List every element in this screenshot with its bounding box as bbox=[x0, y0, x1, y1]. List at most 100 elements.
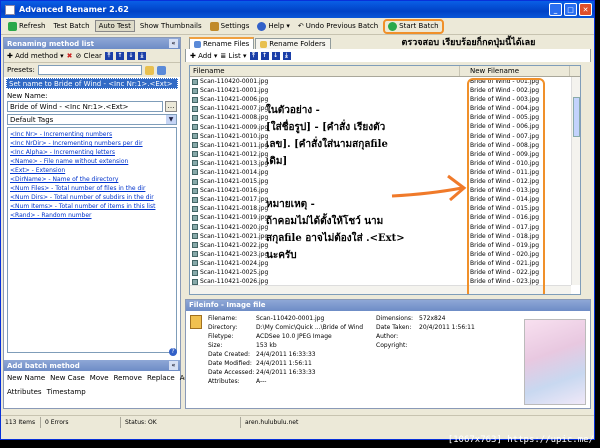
undo-batch-button[interactable]: ↶ Undo Previous Batch bbox=[295, 21, 381, 31]
new-name-label: New Name: bbox=[7, 92, 48, 100]
move-top-icon[interactable]: ⤒ bbox=[104, 51, 113, 60]
fileinfo-label: Date Created: bbox=[208, 351, 251, 358]
col-newname-header[interactable]: New Filename bbox=[460, 66, 570, 76]
annotation-line: ถ้าคอมไม่ได้ตั้งให้โชว์ นาม bbox=[266, 216, 384, 227]
files-icon bbox=[194, 40, 201, 48]
image-file-icon bbox=[192, 87, 198, 94]
image-file-icon bbox=[192, 205, 198, 212]
website-link[interactable]: aren.hulubulu.net bbox=[241, 417, 302, 428]
vertical-scrollbar[interactable] bbox=[571, 77, 580, 285]
move-down-icon[interactable]: ↓ bbox=[126, 51, 135, 60]
move-top-icon[interactable]: ⤒ bbox=[249, 51, 258, 60]
jpg-file-icon bbox=[190, 315, 202, 329]
move-down-icon[interactable]: ↓ bbox=[271, 51, 280, 60]
annotation-line: ในตัวอย่าง - bbox=[266, 105, 320, 116]
fileinfo-value: Scan-110420-0001.jpg bbox=[256, 315, 325, 322]
add-files-button[interactable]: ✚ Add ▾ bbox=[190, 52, 217, 60]
refresh-button[interactable]: Refresh bbox=[5, 21, 48, 32]
tag-link[interactable]: <Inc NrDir> - Incrementing numbers per d… bbox=[10, 139, 174, 148]
test-batch-button[interactable]: Test Batch bbox=[50, 21, 92, 31]
move-up-icon[interactable]: ↑ bbox=[115, 51, 124, 60]
col-filename-header[interactable]: Filename bbox=[190, 66, 460, 76]
image-file-icon bbox=[192, 224, 198, 231]
batch-method-button[interactable]: New Name bbox=[7, 374, 45, 382]
image-file-icon bbox=[192, 105, 198, 112]
image-file-icon bbox=[192, 96, 198, 103]
save-icon[interactable] bbox=[156, 65, 166, 75]
image-file-icon bbox=[192, 124, 198, 131]
title-bar: Advanced Renamer 2.62 _ □ ✕ bbox=[1, 1, 594, 18]
tab-rename-files[interactable]: Rename Files bbox=[189, 37, 255, 49]
play-icon bbox=[388, 21, 398, 31]
item-count: 113 Items bbox=[1, 416, 41, 428]
tag-link[interactable]: <Inc Nr> - Incrementing numbers bbox=[10, 130, 174, 139]
help-icon[interactable]: ? bbox=[169, 348, 177, 356]
minimize-button[interactable]: _ bbox=[549, 3, 562, 16]
selected-method-item[interactable]: Set name to Bride of Wind - <Inc Nr:1>.<… bbox=[6, 78, 178, 89]
table-header: Filename New Filename bbox=[190, 66, 580, 77]
help-button[interactable]: Help ▾ bbox=[254, 21, 292, 32]
tag-link[interactable]: <Ext> - Extension bbox=[10, 166, 174, 175]
tag-link[interactable]: <Num Items> - Total number of items in t… bbox=[10, 202, 174, 211]
image-file-icon bbox=[192, 251, 198, 258]
batch-method-button[interactable]: Attributes bbox=[7, 388, 42, 396]
image-file-icon bbox=[192, 242, 198, 249]
maximize-button[interactable]: □ bbox=[564, 3, 577, 16]
start-batch-button[interactable]: Start Batch bbox=[383, 18, 444, 34]
image-file-icon bbox=[192, 214, 198, 221]
image-file-icon bbox=[192, 278, 198, 285]
image-file-icon bbox=[192, 187, 198, 194]
arrow-icon bbox=[391, 174, 467, 202]
move-bottom-icon[interactable]: ⤓ bbox=[282, 51, 291, 60]
batch-method-button[interactable]: Remove bbox=[114, 374, 142, 382]
fileinfo-value: ACDSee 10.0 JPEG Image bbox=[256, 333, 332, 340]
show-thumbnails-button[interactable]: Show Thumbnails bbox=[137, 21, 205, 31]
file-table: Filename New Filename Scan-110420-0001.j… bbox=[189, 65, 581, 295]
tag-link[interactable]: <Rand> - Random number bbox=[10, 211, 174, 220]
collapse-icon[interactable]: « bbox=[169, 361, 178, 370]
list-button[interactable]: ≣ List ▾ bbox=[220, 52, 246, 60]
batch-method-button[interactable]: New Case bbox=[50, 374, 85, 382]
auto-test-toggle[interactable]: Auto Test bbox=[94, 20, 135, 32]
tag-group-select[interactable]: Default Tags ▼ bbox=[7, 114, 177, 125]
fileinfo-label: Date Taken: bbox=[376, 324, 412, 331]
more-options-button[interactable]: … bbox=[165, 101, 177, 112]
new-name-field[interactable]: Bride of Wind - <Inc Nr:1>.<Ext> bbox=[7, 101, 163, 112]
image-file-icon bbox=[192, 78, 198, 85]
batch-method-button[interactable]: Move bbox=[90, 374, 109, 382]
fileinfo-label: Filename: bbox=[208, 315, 238, 322]
add-method-button[interactable]: ✚ Add method ▾ bbox=[7, 52, 64, 60]
delete-icon[interactable]: ✖ bbox=[67, 52, 73, 60]
help-icon bbox=[257, 21, 267, 31]
image-thumbnail bbox=[524, 319, 586, 405]
window-title: Advanced Renamer 2.62 bbox=[19, 5, 129, 14]
undo-icon: ↶ bbox=[297, 22, 304, 30]
settings-button[interactable]: Settings bbox=[207, 21, 253, 32]
batch-method-button[interactable]: Timestamp bbox=[47, 388, 86, 396]
tab-rename-folders[interactable]: Rename Folders bbox=[255, 38, 331, 49]
tag-link[interactable]: <Inc Alpha> - Incrementing letters bbox=[10, 148, 174, 157]
fileinfo-label: Author: bbox=[376, 333, 399, 340]
image-file-icon bbox=[192, 233, 198, 240]
fileinfo-panel: Fileinfo - Image file Filename: Scan-1104… bbox=[185, 299, 591, 409]
image-file-icon bbox=[192, 269, 198, 276]
open-folder-icon[interactable] bbox=[144, 65, 154, 75]
fileinfo-label: Attributes: bbox=[208, 378, 240, 385]
tag-link[interactable]: <Name> - File name without extension bbox=[10, 157, 174, 166]
close-button[interactable]: ✕ bbox=[579, 3, 592, 16]
tag-link[interactable]: <Num Files> - Total number of files in t… bbox=[10, 184, 174, 193]
collapse-icon[interactable]: « bbox=[169, 39, 178, 48]
app-window: Advanced Renamer 2.62 _ □ ✕ Refresh Test… bbox=[0, 0, 595, 440]
fileinfo-label: Filetype: bbox=[208, 333, 234, 340]
clear-button[interactable]: ⊘ Clear bbox=[76, 52, 102, 60]
presets-select[interactable] bbox=[37, 65, 142, 75]
app-icon bbox=[5, 4, 15, 15]
move-bottom-icon[interactable]: ⤓ bbox=[137, 51, 146, 60]
tag-link[interactable]: <DirName> - Name of the directory bbox=[10, 175, 174, 184]
batch-method-header: Add batch method « bbox=[4, 360, 180, 371]
move-up-icon[interactable]: ↑ bbox=[260, 51, 269, 60]
fileinfo-label: Date Modified: bbox=[208, 360, 252, 367]
batch-method-button[interactable]: Replace bbox=[147, 374, 175, 382]
tag-link[interactable]: <Num Dirs> - Total number of subdirs in … bbox=[10, 193, 174, 202]
fileinfo-value: 24/4/2011 1:56:11 bbox=[256, 360, 312, 367]
